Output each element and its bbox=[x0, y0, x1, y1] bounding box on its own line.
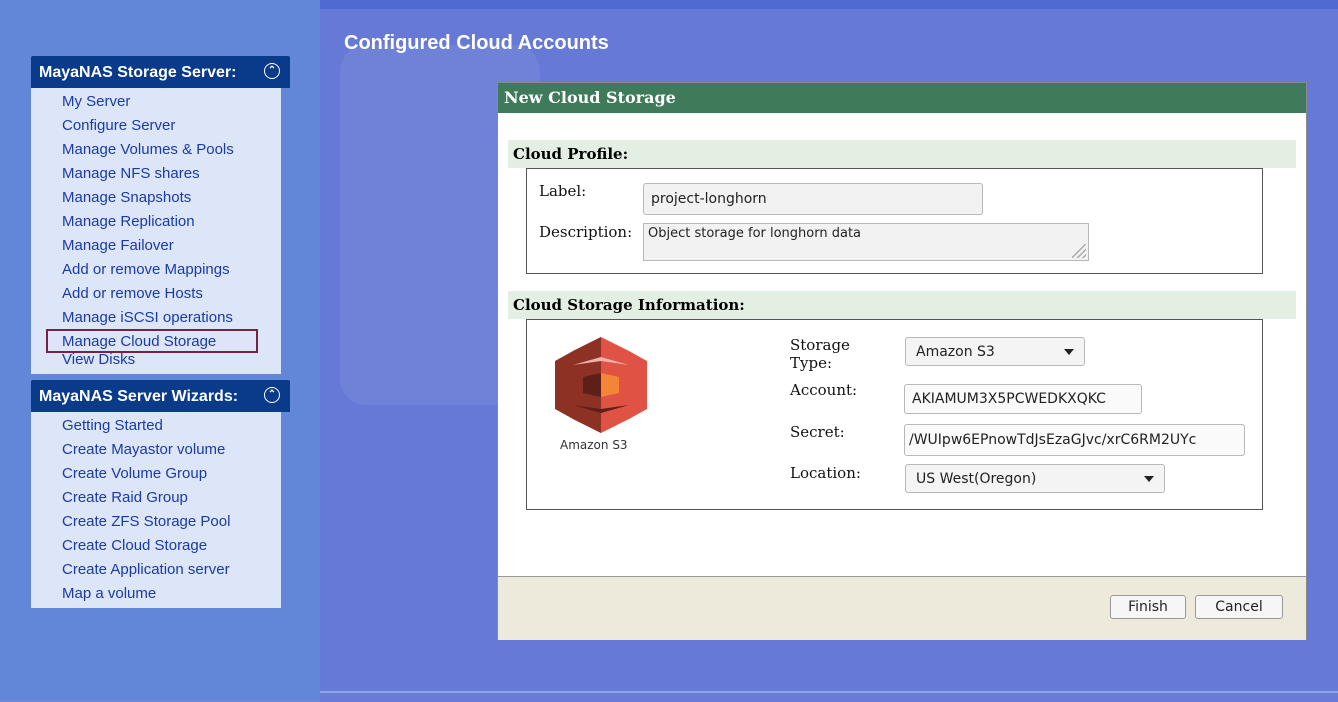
wizards-panel-title: MayaNAS Server Wizards: bbox=[39, 388, 239, 405]
location-select[interactable]: US West(Oregon) bbox=[905, 464, 1165, 493]
cloud-profile-fieldset: Label: project-longhorn Description: Obj… bbox=[526, 168, 1263, 274]
location-value: US West(Oregon) bbox=[916, 471, 1037, 487]
storage-type-value: Amazon S3 bbox=[916, 344, 995, 360]
amazon-s3-logo bbox=[541, 335, 661, 455]
wizards-panel-header[interactable]: MayaNAS Server Wizards: ⌃ bbox=[31, 380, 290, 412]
server-panel-header[interactable]: MayaNAS Storage Server: ⌃ bbox=[31, 56, 290, 88]
description-field-label: Description: bbox=[539, 223, 633, 241]
account-input[interactable]: AKIAMUM3X5PCWEDKXQKC bbox=[904, 384, 1142, 414]
label-input[interactable]: project-longhorn bbox=[643, 183, 983, 215]
wizard-getting-started[interactable]: Getting Started bbox=[31, 414, 281, 438]
wizard-map-volume[interactable]: Map a volume bbox=[31, 582, 281, 606]
description-textarea[interactable]: Object storage for longhorn data bbox=[643, 223, 1089, 261]
server-panel-title: MayaNAS Storage Server: bbox=[39, 64, 237, 81]
nav-manage-volumes-pools[interactable]: Manage Volumes & Pools bbox=[31, 138, 281, 162]
storage-type-label: Storage Type: bbox=[790, 336, 850, 372]
new-cloud-storage-dialog: New Cloud Storage Cloud Profile: Label: … bbox=[497, 82, 1307, 640]
collapse-icon[interactable]: ⌃ bbox=[264, 387, 280, 403]
nav-manage-replication[interactable]: Manage Replication bbox=[31, 210, 281, 234]
nav-manage-snapshots[interactable]: Manage Snapshots bbox=[31, 186, 281, 210]
resize-grip-icon[interactable] bbox=[1072, 244, 1086, 258]
wizard-create-raid-group[interactable]: Create Raid Group bbox=[31, 486, 281, 510]
sidebar: MayaNAS Storage Server: ⌃ My Server Conf… bbox=[0, 0, 320, 700]
dropdown-arrow-icon bbox=[1144, 476, 1154, 482]
nav-view-disks[interactable]: View Disks bbox=[31, 352, 281, 368]
s3-logo-caption: Amazon S3 bbox=[560, 438, 628, 452]
wizard-create-cloud-storage[interactable]: Create Cloud Storage bbox=[31, 534, 281, 558]
top-strip bbox=[320, 0, 1338, 9]
dropdown-arrow-icon bbox=[1064, 349, 1074, 355]
wizard-create-volume-group[interactable]: Create Volume Group bbox=[31, 462, 281, 486]
wizard-create-application-server[interactable]: Create Application server bbox=[31, 558, 281, 582]
storage-type-select[interactable]: Amazon S3 bbox=[905, 337, 1085, 366]
nav-manage-nfs-shares[interactable]: Manage NFS shares bbox=[31, 162, 281, 186]
nav-add-remove-hosts[interactable]: Add or remove Hosts bbox=[31, 282, 281, 306]
wizard-create-zfs-pool[interactable]: Create ZFS Storage Pool bbox=[31, 510, 281, 534]
cloud-storage-info-heading: Cloud Storage Information: bbox=[508, 291, 1296, 319]
secret-input[interactable]: /WUIpw6EPnowTdJsEzaGJvc/xrC6RM2UYc bbox=[904, 424, 1245, 456]
dialog-footer: Finish Cancel bbox=[498, 576, 1306, 640]
bottom-strip bbox=[320, 691, 1338, 702]
nav-add-remove-mappings[interactable]: Add or remove Mappings bbox=[31, 258, 281, 282]
collapse-icon[interactable]: ⌃ bbox=[264, 63, 280, 79]
account-label: Account: bbox=[790, 381, 858, 399]
server-panel-menu: My Server Configure Server Manage Volume… bbox=[31, 88, 281, 374]
storage-type-label-line2: Type: bbox=[790, 354, 833, 372]
cancel-button[interactable]: Cancel bbox=[1195, 595, 1283, 619]
wizard-create-mayastor-volume[interactable]: Create Mayastor volume bbox=[31, 438, 281, 462]
wizards-panel-menu: Getting Started Create Mayastor volume C… bbox=[31, 412, 281, 608]
page-title: Configured Cloud Accounts bbox=[344, 32, 609, 54]
nav-manage-cloud-storage[interactable]: Manage Cloud Storage bbox=[31, 329, 281, 354]
finish-button[interactable]: Finish bbox=[1110, 595, 1186, 619]
nav-my-server[interactable]: My Server bbox=[31, 90, 281, 114]
location-label: Location: bbox=[790, 464, 861, 482]
nav-manage-iscsi[interactable]: Manage iSCSI operations bbox=[31, 306, 281, 330]
nav-configure-server[interactable]: Configure Server bbox=[31, 114, 281, 138]
secret-label: Secret: bbox=[790, 423, 845, 441]
label-field-label: Label: bbox=[539, 182, 587, 200]
cloud-profile-heading: Cloud Profile: bbox=[508, 140, 1296, 168]
nav-manage-failover[interactable]: Manage Failover bbox=[31, 234, 281, 258]
description-text: Object storage for longhorn data bbox=[648, 226, 862, 241]
storage-type-label-line1: Storage bbox=[790, 336, 850, 354]
dialog-title: New Cloud Storage bbox=[498, 83, 1306, 113]
